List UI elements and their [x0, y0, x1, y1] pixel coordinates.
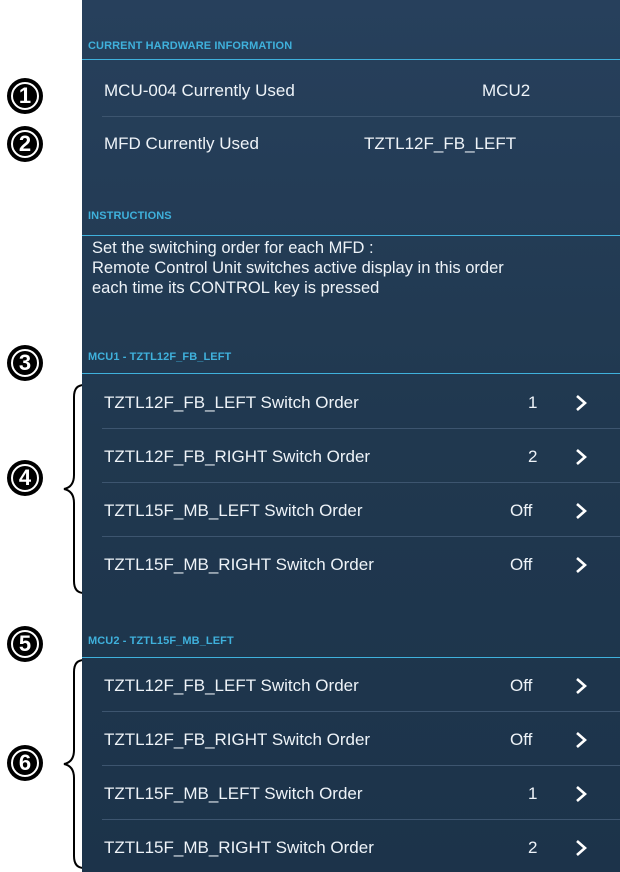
instructions-text: Set the switching order for each MFD : R… [92, 239, 504, 297]
chevron-right-icon [576, 557, 587, 573]
callout-1: 1 [8, 79, 42, 113]
row-divider [102, 819, 620, 820]
switch-order-value: Off [510, 676, 533, 695]
callout-6: 6 [8, 746, 42, 780]
mcu2-row-12f-fb-left[interactable]: TZTL12F_FB_LEFT Switch Order Off [88, 660, 620, 712]
callout-4: 4 [8, 461, 42, 495]
hardware-row-mcu: MCU-004 Currently Used MCU2 [88, 65, 620, 117]
row-label: TZTL12F_FB_RIGHT Switch Order [104, 730, 371, 749]
switch-order-value: 1 [528, 393, 538, 412]
row-label: TZTL15F_MB_LEFT Switch Order [104, 501, 363, 520]
section-title-instructions: INSTRUCTIONS [88, 210, 172, 222]
mcu1-row-15f-mb-right[interactable]: TZTL15F_MB_RIGHT Switch Order Off [88, 539, 620, 591]
chevron-right-icon [576, 840, 587, 856]
row-value: TZTL12F_FB_LEFT [364, 134, 517, 153]
settings-panel: CURRENT HARDWARE INFORMATION MCU-004 Cur… [82, 0, 620, 872]
row-label: TZTL12F_FB_LEFT Switch Order [104, 676, 359, 695]
row-value: MCU2 [482, 81, 531, 100]
row-label: MFD Currently Used [104, 134, 259, 153]
mcu1-row-12f-fb-left[interactable]: TZTL12F_FB_LEFT Switch Order 1 [88, 377, 620, 429]
row-label: TZTL15F_MB_RIGHT Switch Order [104, 555, 374, 574]
section-divider [82, 59, 620, 60]
section-divider [82, 657, 620, 658]
chevron-right-icon [576, 449, 587, 465]
section-title-mcu1: MCU1 - TZTL12F_FB_LEFT [88, 351, 232, 363]
mcu2-row-15f-mb-right[interactable]: TZTL15F_MB_RIGHT Switch Order 2 [88, 822, 620, 872]
mcu1-row-15f-mb-left[interactable]: TZTL15F_MB_LEFT Switch Order Off [88, 485, 620, 537]
mcu2-row-12f-fb-right[interactable]: TZTL12F_FB_RIGHT Switch Order Off [88, 714, 620, 766]
chevron-right-icon [576, 786, 587, 802]
mcu1-row-12f-fb-right[interactable]: TZTL12F_FB_RIGHT Switch Order 2 [88, 431, 620, 483]
section-title-mcu2: MCU2 - TZTL15F_MB_LEFT [88, 635, 234, 647]
row-divider [102, 116, 620, 117]
mcu2-row-15f-mb-left[interactable]: TZTL15F_MB_LEFT Switch Order 1 [88, 768, 620, 820]
row-divider [102, 482, 620, 483]
chevron-right-icon [576, 732, 587, 748]
row-label: MCU-004 Currently Used [104, 81, 295, 100]
callout-2: 2 [8, 127, 42, 161]
callout-5: 5 [8, 627, 42, 661]
section-title-hardware: CURRENT HARDWARE INFORMATION [88, 40, 293, 52]
row-label: TZTL12F_FB_LEFT Switch Order [104, 393, 359, 412]
switch-order-value: 2 [528, 447, 538, 466]
section-divider [82, 235, 620, 236]
callout-3: 3 [8, 346, 42, 380]
chevron-right-icon [576, 503, 587, 519]
switch-order-value: 1 [528, 784, 538, 803]
row-divider [102, 428, 620, 429]
row-divider [102, 711, 620, 712]
switch-order-value: Off [510, 730, 533, 749]
row-label: TZTL15F_MB_RIGHT Switch Order [104, 838, 374, 857]
row-divider [102, 765, 620, 766]
row-label: TZTL12F_FB_RIGHT Switch Order [104, 447, 371, 466]
chevron-right-icon [576, 395, 587, 411]
row-label: TZTL15F_MB_LEFT Switch Order [104, 784, 363, 803]
switch-order-value: 2 [528, 838, 538, 857]
row-divider [102, 536, 620, 537]
switch-order-value: Off [510, 501, 533, 520]
switch-order-value: Off [510, 555, 533, 574]
section-divider [82, 373, 620, 374]
hardware-row-mfd: MFD Currently Used TZTL12F_FB_LEFT [88, 118, 620, 170]
chevron-right-icon [576, 678, 587, 694]
